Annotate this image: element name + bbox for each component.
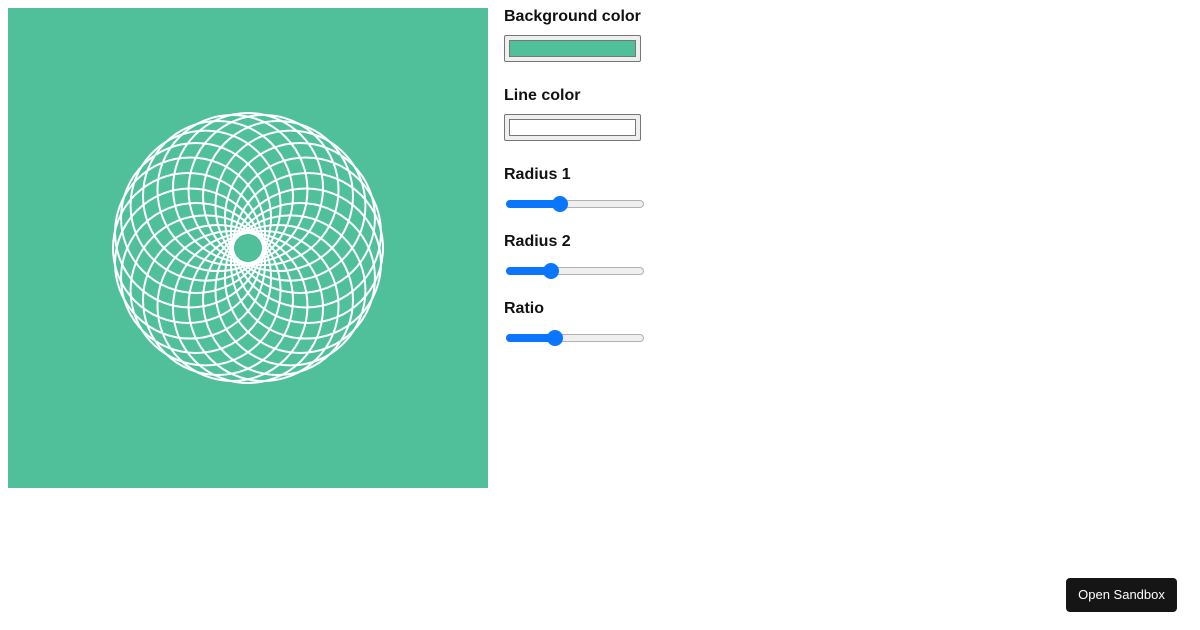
radius2-slider[interactable] xyxy=(506,263,644,279)
background-color-control: Background color xyxy=(504,8,704,62)
background-color-label: Background color xyxy=(504,8,641,25)
radius1-slider[interactable] xyxy=(506,196,644,212)
radius2-control: Radius 2 xyxy=(504,233,704,279)
canvas-background xyxy=(8,8,488,488)
open-sandbox-button[interactable]: Open Sandbox xyxy=(1066,578,1177,612)
slider-thumb[interactable] xyxy=(547,330,564,346)
ratio-label: Ratio xyxy=(504,300,544,317)
radius1-label: Radius 1 xyxy=(504,166,571,183)
background-color-input[interactable] xyxy=(504,35,641,62)
line-color-swatch xyxy=(509,119,636,136)
line-color-label: Line color xyxy=(504,87,581,104)
background-color-swatch xyxy=(509,40,636,57)
controls-panel: Background color Line color Radius 1 Rad… xyxy=(504,8,704,346)
page: Background color Line color Radius 1 Rad… xyxy=(0,0,1200,630)
ratio-slider[interactable] xyxy=(506,330,644,346)
slider-thumb[interactable] xyxy=(542,263,559,279)
line-color-control: Line color xyxy=(504,87,704,141)
ratio-control: Ratio xyxy=(504,300,704,346)
spirograph-canvas xyxy=(8,8,488,488)
spirograph-svg xyxy=(8,8,488,488)
radius2-label: Radius 2 xyxy=(504,233,571,250)
line-color-input[interactable] xyxy=(504,114,641,141)
radius1-control: Radius 1 xyxy=(504,166,704,212)
slider-thumb[interactable] xyxy=(552,196,569,212)
